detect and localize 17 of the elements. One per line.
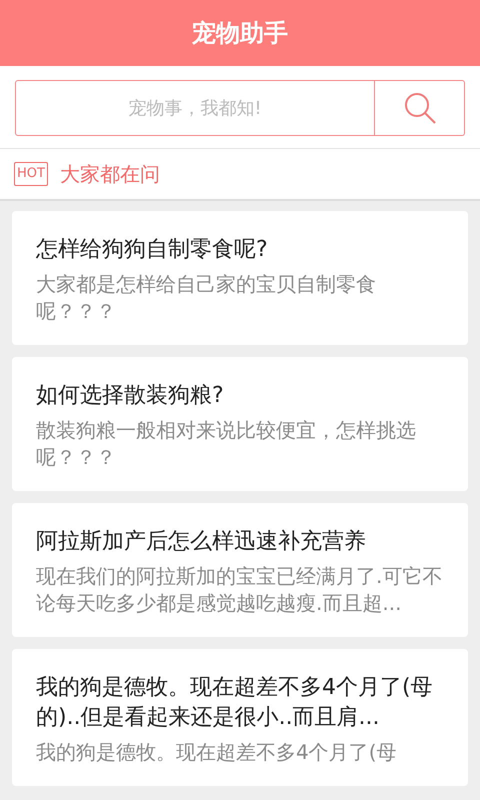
question-title: 如何选择散装狗粮? [36, 382, 225, 410]
app-title: 宠物助手 [192, 18, 288, 49]
question-title: 怎样给狗狗自制零食呢? [36, 236, 269, 264]
section-heading: 大家都在问 [60, 160, 160, 188]
question-title: 阿拉斯加产后怎么样迅速补充营养 [36, 528, 367, 556]
question-summary: 大家都是怎样给自己家的宝贝自制零食呢？？？ [36, 271, 377, 325]
question-card[interactable]: 怎样给狗狗自制零食呢? 大家都是怎样给自己家的宝贝自制零食呢？？？ [12, 211, 468, 345]
question-card[interactable]: 我的狗是德牧。现在超差不多4个月了(母的)..但是看起来还是很小..而且肩... 我的狗是德牧。现在超差不多4个月了(母 [12, 649, 468, 786]
question-title: 我的狗是德牧。现在超差不多4个月了(母的)..但是看起来还是很小..而且肩... [36, 674, 434, 732]
search-button[interactable] [375, 80, 465, 136]
question-summary: 散装狗粮一般相对来说比较便宜，怎样挑选呢？？？ [36, 417, 417, 471]
hot-tag: HOT [14, 162, 48, 186]
question-card[interactable]: 阿拉斯加产后怎么样迅速补充营养 现在我们的阿拉斯加的宝宝已经满月了.可它不论每天吃多少都是感觉越吃越瘦.而且超... [12, 503, 468, 637]
question-card[interactable]: 如何选择散装狗粮? 散装狗粮一般相对来说比较便宜，怎样挑选呢？？？ [12, 357, 468, 491]
search-field[interactable]: 宠物事，我都知! [15, 80, 375, 136]
question-summary: 现在我们的阿拉斯加的宝宝已经满月了.可它不论每天吃多少都是感觉越吃越瘦.而且超... [36, 563, 444, 617]
question-summary: 我的狗是德牧。现在超差不多4个月了(母 [36, 739, 398, 766]
